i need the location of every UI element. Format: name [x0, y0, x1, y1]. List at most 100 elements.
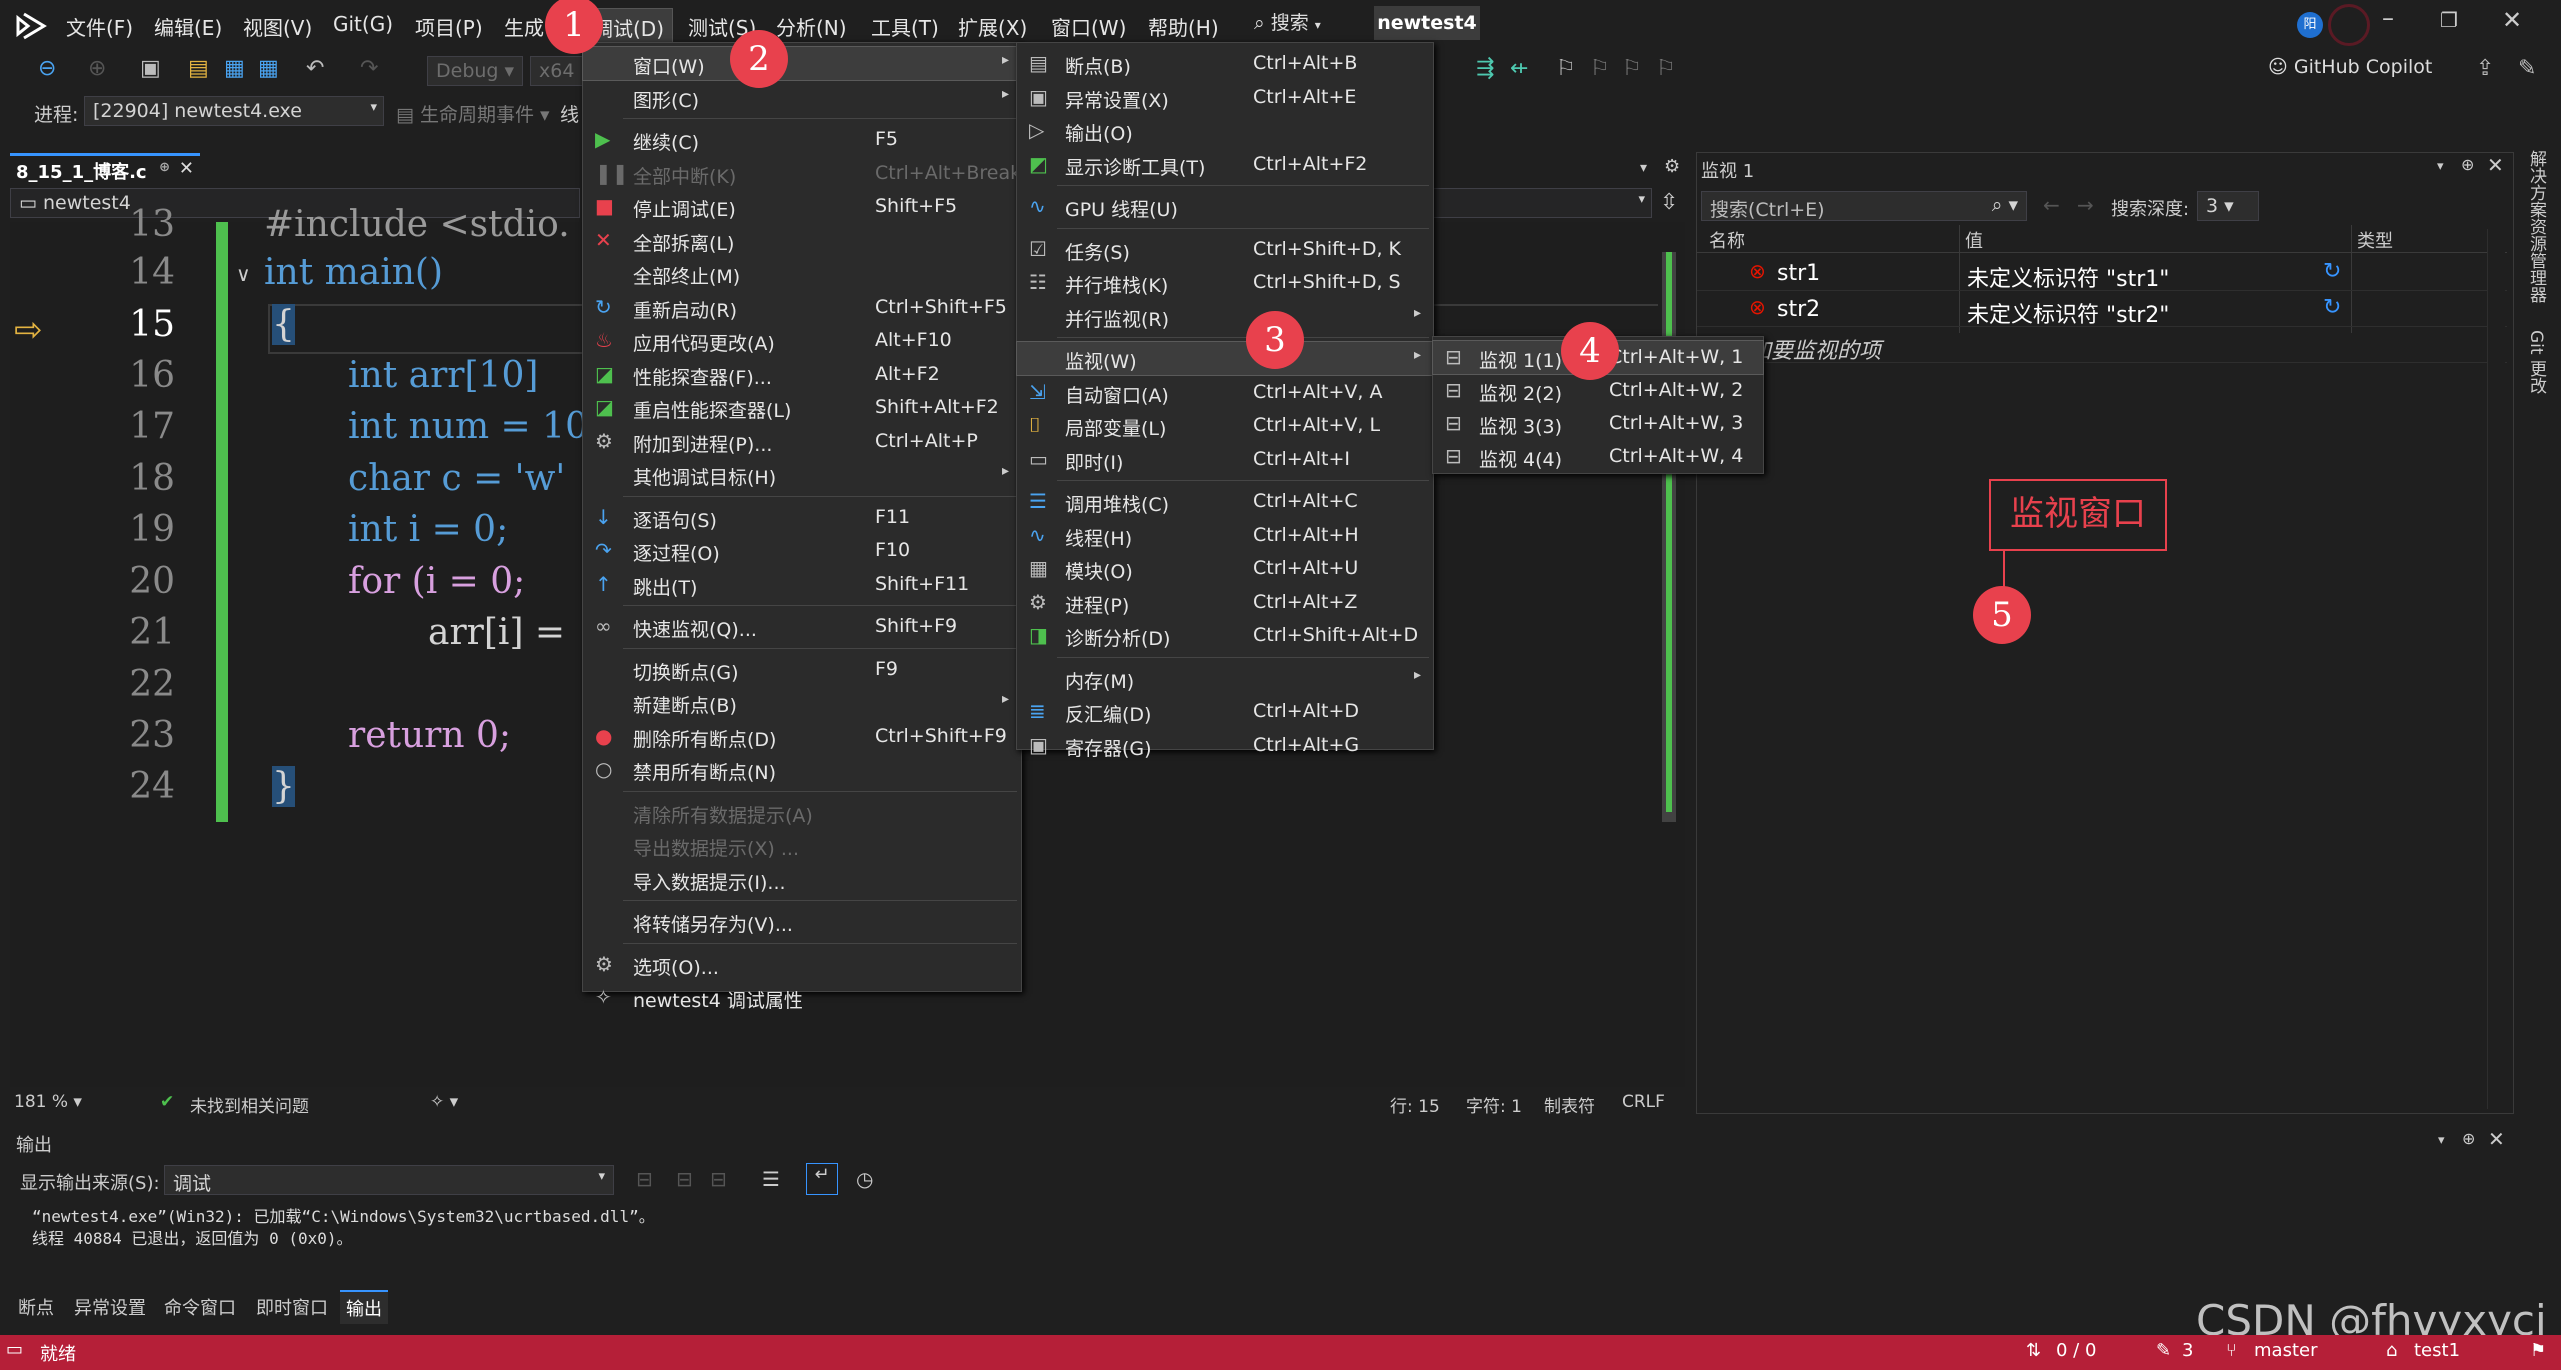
menu-window[interactable]: 窗口(W): [1051, 12, 1126, 41]
back-icon[interactable]: ⊖: [38, 56, 56, 81]
next-bookmark-icon[interactable]: ⚐: [1622, 56, 1642, 81]
zoom-select[interactable]: 181 % ▾: [14, 1092, 82, 1112]
find-message-icon[interactable]: ⊟: [636, 1167, 653, 1191]
split-icon[interactable]: ⇳: [1660, 190, 1678, 215]
clock-icon[interactable]: ◷: [856, 1167, 873, 1191]
outdent-icon[interactable]: ⇷: [1510, 56, 1528, 81]
repo-name[interactable]: test1: [2414, 1340, 2460, 1361]
redo-icon[interactable]: ↷: [360, 56, 378, 81]
add-watch-row[interactable]: 添加要监视的项: [1697, 329, 2507, 364]
menu-analyze[interactable]: 分析(N): [776, 12, 847, 41]
menu-tools[interactable]: 工具(T): [871, 12, 939, 41]
watch-row[interactable]: ⊗ str1 未定义标识符 "str1" ↻: [1697, 257, 2507, 292]
prev-bookmark-icon[interactable]: ⚐: [1590, 56, 1610, 81]
debug-menu-item[interactable]: ⚙ 选项(O)...: [583, 948, 1021, 981]
output-source-select[interactable]: 调试 ▾: [164, 1165, 614, 1195]
new-project-icon[interactable]: ▣: [140, 56, 161, 81]
breakpoint-margin[interactable]: [10, 222, 65, 1087]
indent-icon[interactable]: ⇶: [1476, 56, 1494, 81]
watch-name[interactable]: str2: [1777, 297, 1820, 322]
tab-breakpoints[interactable]: 断点: [18, 1294, 54, 1320]
output-hscrollbar[interactable]: [10, 1265, 2480, 1283]
debug-menu-item[interactable]: ↻ 重新启动(R) Ctrl+Shift+F5: [583, 291, 1021, 324]
window-menu-item[interactable]: 监视(W) ▸: [1016, 341, 1434, 376]
tab-list-icon[interactable]: ▾: [1640, 160, 1647, 176]
close-panel-icon[interactable]: ✕: [2487, 153, 2504, 177]
debug-menu-item[interactable]: ● 删除所有断点(D) Ctrl+Shift+F9: [583, 720, 1021, 753]
pin-icon[interactable]: ⊕: [159, 160, 170, 175]
restore-icon[interactable]: ❐: [2440, 8, 2458, 32]
col-type-header[interactable]: 类型: [2357, 227, 2393, 253]
minimize-icon[interactable]: –: [2382, 4, 2394, 32]
window-menu-item[interactable]: ▣ 寄存器(G) Ctrl+Alt+G: [1017, 729, 1433, 762]
watch-row[interactable]: ⊗ str2 未定义标识符 "str2" ↻: [1697, 293, 2507, 328]
back-arrow-icon[interactable]: ←: [2043, 193, 2060, 217]
watch-scrollbar[interactable]: [2487, 229, 2505, 1109]
debug-menu-item[interactable]: ↓ 逐语句(S) F11: [583, 501, 1021, 534]
close-icon[interactable]: ✕: [2502, 6, 2522, 34]
watch-submenu-item[interactable]: ⊟ 监视 3(3) Ctrl+Alt+W, 3: [1433, 407, 1763, 440]
search-box[interactable]: ⌕ 搜索 ▾: [1254, 8, 1364, 38]
window-menu-item[interactable]: ∿ 线程(H) Ctrl+Alt+H: [1017, 519, 1433, 552]
editor-settings-icon[interactable]: ⚙: [1664, 156, 1680, 177]
chevron-down-icon[interactable]: ▾: [2438, 1133, 2445, 1148]
tab-output[interactable]: 输出: [340, 1290, 388, 1324]
sync-icon[interactable]: ⇅: [2026, 1340, 2041, 1361]
col-name-header[interactable]: 名称: [1709, 227, 1745, 253]
window-menu-item[interactable]: ▣ 异常设置(X) Ctrl+Alt+E: [1017, 81, 1433, 114]
issues-label[interactable]: 未找到相关问题: [190, 1092, 309, 1117]
window-menu-item[interactable]: ≣ 反汇编(D) Ctrl+Alt+D: [1017, 695, 1433, 728]
pin-icon[interactable]: ⊕: [2461, 155, 2474, 174]
debug-menu-item[interactable]: ⚙ 附加到进程(P)... Ctrl+Alt+P: [583, 425, 1021, 458]
debug-menu-item[interactable]: 窗口(W) ▸: [582, 46, 1022, 81]
debug-menu-item[interactable]: ▶ 继续(C) F5: [583, 123, 1021, 156]
avatar[interactable]: 阳: [2297, 12, 2323, 38]
pencil-icon[interactable]: ✎: [2156, 1340, 2171, 1361]
git-changes-tab[interactable]: Git 更改: [2524, 330, 2549, 394]
window-menu-item[interactable]: ▤ 断点(B) Ctrl+Alt+B: [1017, 47, 1433, 80]
clear-bookmarks-icon[interactable]: ⚐: [1656, 56, 1676, 81]
eol-label[interactable]: CRLF: [1622, 1092, 1665, 1112]
debug-menu-item[interactable]: 全部终止(M): [583, 257, 1021, 290]
process-select[interactable]: [22904] newtest4.exe ▾: [84, 96, 384, 126]
debug-menu-item[interactable]: ∞ 快速监视(Q)... Shift+F9: [583, 610, 1021, 643]
save-all-icon[interactable]: ▦: [258, 56, 279, 81]
debug-menu-item[interactable]: 新建断点(B) ▸: [583, 686, 1021, 719]
pending-changes-count[interactable]: 3: [2182, 1340, 2193, 1361]
cleanup-icon[interactable]: ✧ ▾: [430, 1092, 458, 1112]
close-tab-icon[interactable]: ✕: [179, 158, 194, 179]
watch-search-input[interactable]: 搜索(Ctrl+E) ⌕ ▾: [1701, 191, 2027, 221]
menu-project[interactable]: 项目(P): [415, 12, 483, 41]
debug-menu-item[interactable]: 将转储另存为(V)...: [583, 905, 1021, 938]
tab-exception-settings[interactable]: 异常设置: [74, 1294, 146, 1320]
notification-icon[interactable]: ▭: [6, 1339, 23, 1360]
clear-all-icon[interactable]: ☰: [762, 1167, 780, 1191]
window-menu-item[interactable]: ▦ 模块(O) Ctrl+Alt+U: [1017, 552, 1433, 585]
chevron-down-icon[interactable]: ▾: [2437, 159, 2444, 174]
open-folder-icon[interactable]: ▤: [188, 56, 209, 81]
tab-command-window[interactable]: 命令窗口: [164, 1294, 236, 1320]
share-icon[interactable]: ⇪: [2476, 56, 2494, 81]
prev-message-icon[interactable]: ⊟: [676, 1167, 693, 1191]
undo-icon[interactable]: ↶: [306, 56, 324, 81]
member-select[interactable]: ▾: [1430, 188, 1652, 218]
debug-menu-item[interactable]: ❚❚ 全部中断(K) Ctrl+Alt+Break: [583, 157, 1021, 190]
collapse-chevron-icon[interactable]: ∨: [236, 262, 251, 286]
menu-git[interactable]: Git(G): [333, 12, 393, 36]
debug-menu-item[interactable]: ○ 禁用所有断点(N): [583, 753, 1021, 786]
window-menu-item[interactable]: ∿ GPU 线程(U): [1017, 190, 1433, 223]
debug-menu-item[interactable]: 切换断点(G) F9: [583, 653, 1021, 686]
debug-menu-item[interactable]: 导出数据提示(X) ...: [583, 829, 1021, 862]
forward-arrow-icon[interactable]: →: [2077, 193, 2094, 217]
depth-select[interactable]: 3 ▾: [2197, 191, 2259, 221]
editor-tab-active[interactable]: 8_15_1_博客.c ⊕ ✕: [10, 153, 200, 183]
watch-submenu-item[interactable]: ⊟ 监视 2(2) Ctrl+Alt+W, 2: [1433, 374, 1763, 407]
close-panel-icon[interactable]: ✕: [2488, 1127, 2505, 1151]
window-menu-item[interactable]: ⚙ 进程(P) Ctrl+Alt+Z: [1017, 586, 1433, 619]
word-wrap-icon[interactable]: ↵: [806, 1163, 838, 1195]
debug-menu-item[interactable]: 其他调试目标(H) ▸: [583, 458, 1021, 491]
watch-name[interactable]: str1: [1777, 261, 1820, 286]
tab-immediate-window[interactable]: 即时窗口: [256, 1294, 328, 1320]
refresh-icon[interactable]: ↻: [2323, 295, 2341, 320]
lifecycle-events-label[interactable]: ▤ 生命周期事件 ▾: [396, 100, 550, 127]
